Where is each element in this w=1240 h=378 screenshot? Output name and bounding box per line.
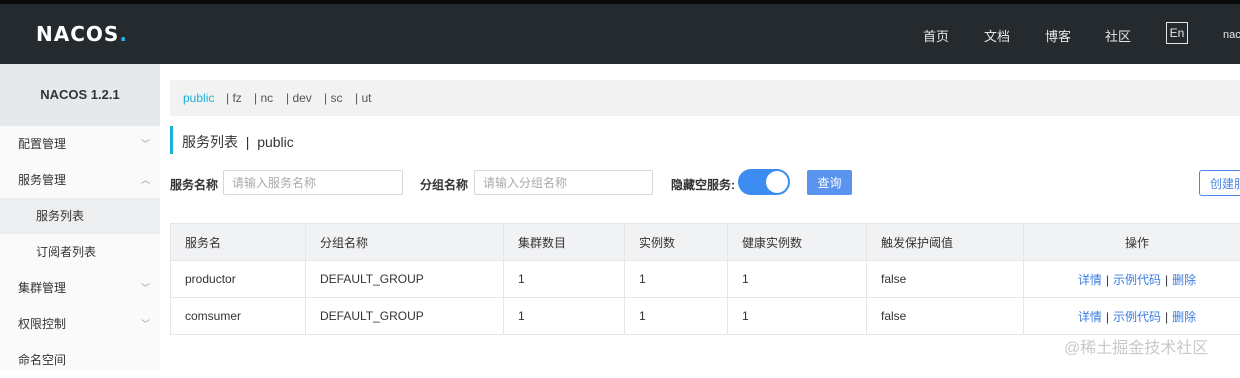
sidebar-item-config-management[interactable]: 配置管理﹀ xyxy=(0,126,160,162)
detail-link[interactable]: 详情 xyxy=(1078,273,1102,287)
table-row: productor DEFAULT_GROUP 1 1 1 false 详情 | 示… xyxy=(171,261,1240,298)
nav-home[interactable]: 首页 xyxy=(923,26,949,45)
hide-empty-toggle[interactable] xyxy=(738,169,790,195)
nav-community[interactable]: 社区 xyxy=(1105,26,1131,45)
watermark: @稀土掘金技术社区 xyxy=(1064,334,1208,358)
sidebar-item-namespace[interactable]: 命名空间 xyxy=(0,342,160,378)
service-name-input[interactable] xyxy=(223,170,403,195)
delete-link[interactable]: 删除 xyxy=(1172,273,1196,287)
namespace-sc[interactable]: | sc xyxy=(324,91,342,105)
cell-protect-threshold: false xyxy=(867,298,1024,335)
delete-link[interactable]: 删除 xyxy=(1172,310,1196,324)
column-cluster-count: 集群数目 xyxy=(504,224,625,261)
sidebar-item-cluster-management[interactable]: 集群管理﹀ xyxy=(0,270,160,306)
chevron-down-icon: ﹀ xyxy=(141,306,150,342)
chevron-down-icon: ﹀ xyxy=(141,126,150,162)
nav-blog[interactable]: 博客 xyxy=(1045,26,1071,45)
sidebar-item-service-list[interactable]: 服务列表 xyxy=(0,198,160,234)
hide-empty-label: 隐藏空服务: xyxy=(671,176,735,193)
sidebar: NACOS 1.2.1 配置管理﹀ 服务管理︿ 服务列表 订阅者列表 集群管理﹀… xyxy=(0,64,160,370)
column-protect-threshold: 触发保护阈值 xyxy=(867,224,1024,261)
nav-docs[interactable]: 文档 xyxy=(984,26,1010,45)
column-service-name: 服务名 xyxy=(171,224,306,261)
cell-healthy-count: 1 xyxy=(728,298,867,335)
sidebar-item-service-management[interactable]: 服务管理︿ xyxy=(0,162,160,198)
chevron-down-icon: ﹀ xyxy=(141,270,150,306)
cell-group-name: DEFAULT_GROUP xyxy=(306,298,504,335)
cell-cluster-count: 1 xyxy=(504,261,625,298)
chevron-up-icon: ︿ xyxy=(141,162,150,198)
cell-healthy-count: 1 xyxy=(728,261,867,298)
namespace-fz[interactable]: | fz xyxy=(226,91,242,105)
column-healthy-count: 健康实例数 xyxy=(728,224,867,261)
query-button[interactable]: 查询 xyxy=(807,170,852,195)
namespace-bar: public | fz | nc | dev | sc | ut xyxy=(170,80,1240,116)
column-group-name: 分组名称 xyxy=(306,224,504,261)
table-row: comsumer DEFAULT_GROUP 1 1 1 false 详情 | 示例… xyxy=(171,298,1240,335)
op-separator: | xyxy=(1106,310,1109,324)
namespace-nc[interactable]: | nc xyxy=(254,91,273,105)
table-header-row: 服务名 分组名称 集群数目 实例数 健康实例数 触发保护阈值 操作 xyxy=(171,224,1240,261)
cell-operations: 详情 | 示例代码 | 删除 xyxy=(1024,298,1240,335)
cell-group-name: DEFAULT_GROUP xyxy=(306,261,504,298)
top-navbar: NACOS. 首页 文档 博客 社区 nac En xyxy=(0,0,1240,64)
op-separator: | xyxy=(1165,273,1168,287)
group-name-label: 分组名称 xyxy=(420,176,468,193)
sample-code-link[interactable]: 示例代码 xyxy=(1113,273,1161,287)
cell-instance-count: 1 xyxy=(625,261,728,298)
cell-protect-threshold: false xyxy=(867,261,1024,298)
page-title: 服务列表 | public xyxy=(170,126,294,154)
create-service-button[interactable]: 创建服务 xyxy=(1199,170,1240,196)
service-table: 服务名 分组名称 集群数目 实例数 健康实例数 触发保护阈值 操作 produc… xyxy=(170,223,1240,335)
nacos-logo[interactable]: NACOS. xyxy=(36,22,128,46)
sample-code-link[interactable]: 示例代码 xyxy=(1113,310,1161,324)
cell-service-name: productor xyxy=(171,261,306,298)
namespace-public[interactable]: public xyxy=(183,91,214,105)
op-separator: | xyxy=(1106,273,1109,287)
toggle-knob xyxy=(766,171,788,193)
detail-link[interactable]: 详情 xyxy=(1078,310,1102,324)
service-name-label: 服务名称 xyxy=(170,176,218,193)
sidebar-title: NACOS 1.2.1 xyxy=(0,64,160,126)
column-operations: 操作 xyxy=(1024,224,1240,261)
op-separator: | xyxy=(1165,310,1168,324)
language-switch-button[interactable]: En xyxy=(1166,22,1188,44)
namespace-dev[interactable]: | dev xyxy=(286,91,312,105)
cell-service-name: comsumer xyxy=(171,298,306,335)
user-menu[interactable]: nac xyxy=(1223,29,1240,41)
cell-instance-count: 1 xyxy=(625,298,728,335)
sidebar-item-access-control[interactable]: 权限控制﹀ xyxy=(0,306,160,342)
column-instance-count: 实例数 xyxy=(625,224,728,261)
sidebar-item-subscriber-list[interactable]: 订阅者列表 xyxy=(0,234,160,270)
namespace-ut[interactable]: | ut xyxy=(355,91,371,105)
cell-cluster-count: 1 xyxy=(504,298,625,335)
cell-operations: 详情 | 示例代码 | 删除 xyxy=(1024,261,1240,298)
group-name-input[interactable] xyxy=(474,170,653,195)
